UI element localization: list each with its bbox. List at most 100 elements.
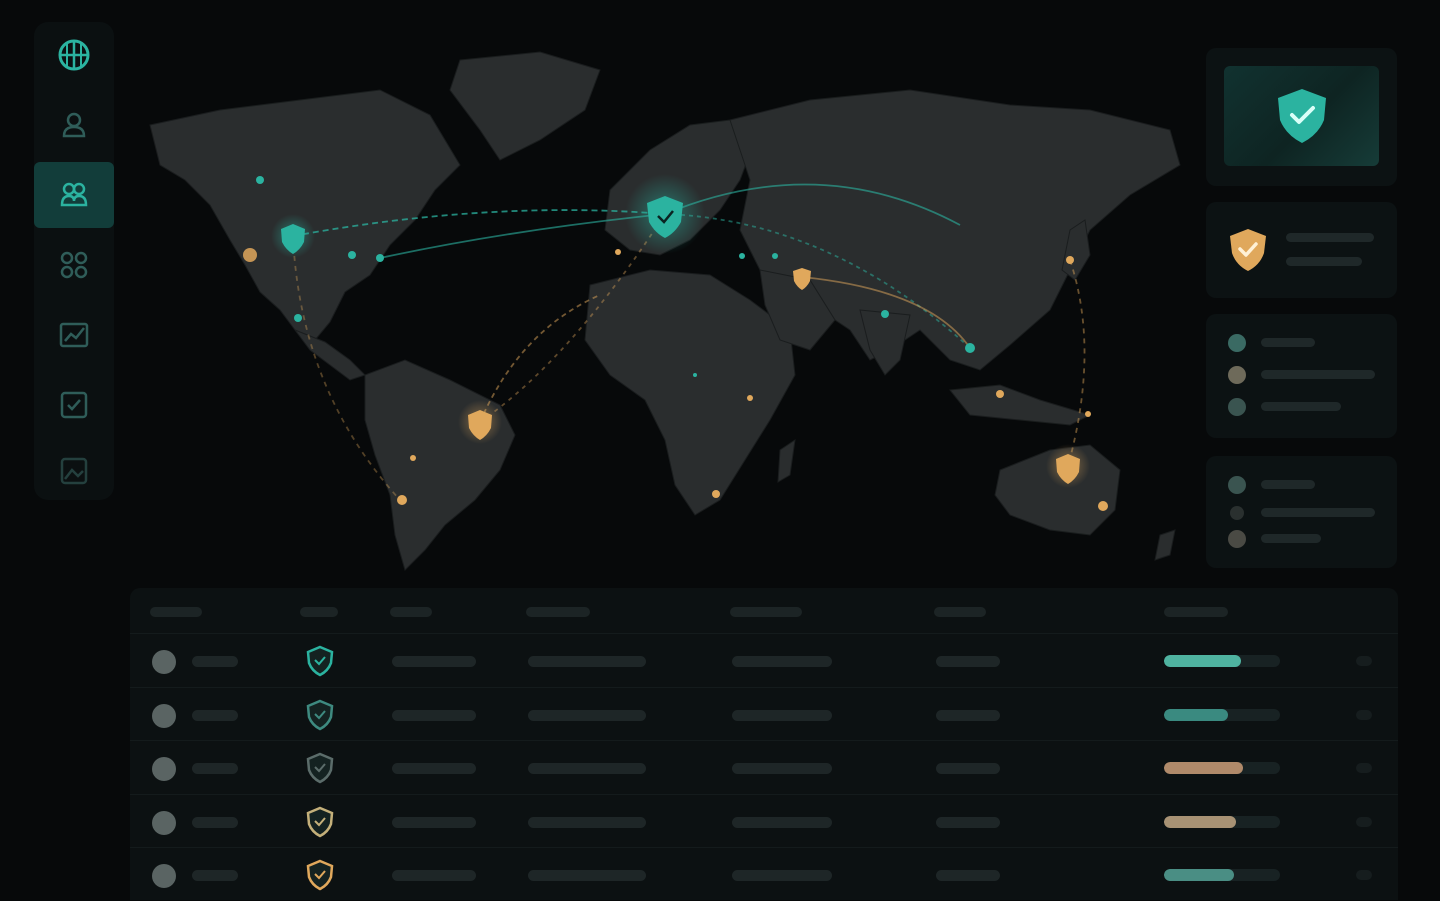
region-list-card bbox=[1206, 314, 1397, 438]
table-cell bbox=[732, 709, 832, 721]
landmass-south-america bbox=[364, 359, 516, 571]
table-cell bbox=[936, 816, 1000, 828]
table-cell bbox=[732, 816, 832, 828]
table-cell bbox=[192, 656, 238, 667]
table-cell bbox=[392, 709, 476, 721]
table-cell bbox=[192, 816, 238, 828]
row-action[interactable] bbox=[1356, 870, 1372, 880]
connection-arc bbox=[1067, 259, 1086, 467]
row-avatar bbox=[152, 757, 176, 781]
map-marker-west-coast[interactable] bbox=[243, 248, 257, 262]
status-dot bbox=[1228, 366, 1246, 384]
row-avatar bbox=[152, 864, 176, 888]
risk-progress-fill bbox=[1164, 762, 1243, 774]
table-cell bbox=[732, 656, 832, 667]
column-header bbox=[300, 607, 338, 617]
shield-check-icon bbox=[1277, 89, 1326, 143]
row-shield-icon bbox=[306, 699, 334, 730]
user-shield-icon bbox=[62, 112, 86, 138]
security-status-preview bbox=[1224, 66, 1379, 166]
table-cell bbox=[528, 656, 646, 667]
row-shield-icon bbox=[306, 645, 334, 677]
list-line bbox=[1261, 402, 1341, 411]
column-header bbox=[730, 607, 802, 617]
sidebar-item-documents[interactable] bbox=[34, 372, 114, 438]
world-threat-map[interactable] bbox=[130, 30, 1200, 585]
row-action[interactable] bbox=[1356, 709, 1372, 720]
table-cell bbox=[192, 763, 238, 774]
landmass-new-zealand bbox=[1154, 529, 1176, 561]
landmass-greenland bbox=[449, 51, 601, 161]
analytics-chart-icon bbox=[59, 322, 89, 348]
risk-progress-bar bbox=[1164, 655, 1280, 667]
column-header bbox=[150, 607, 202, 617]
table-cell bbox=[392, 656, 476, 667]
table-cell bbox=[528, 816, 646, 828]
landmass-madagascar bbox=[777, 438, 796, 483]
status-dot bbox=[1228, 476, 1246, 494]
row-avatar bbox=[152, 810, 176, 835]
sidebar-item-global[interactable] bbox=[34, 22, 114, 88]
row-avatar bbox=[152, 650, 176, 674]
table-row[interactable] bbox=[130, 793, 1398, 848]
document-check-icon bbox=[60, 391, 88, 419]
column-header bbox=[1164, 607, 1228, 617]
row-avatar bbox=[152, 703, 176, 728]
sidebar-item-analytics[interactable] bbox=[34, 302, 114, 368]
list-line bbox=[1261, 370, 1375, 379]
status-dot bbox=[1228, 398, 1246, 416]
list-line bbox=[1261, 480, 1315, 489]
risk-progress-bar bbox=[1164, 762, 1280, 774]
column-header bbox=[934, 607, 986, 617]
table-row[interactable] bbox=[130, 847, 1398, 901]
image-report-icon bbox=[60, 457, 88, 485]
table-row[interactable] bbox=[130, 633, 1398, 687]
sidebar-nav bbox=[34, 22, 114, 500]
table-cell bbox=[392, 870, 476, 881]
list-line bbox=[1261, 338, 1315, 347]
threat-table bbox=[130, 588, 1398, 900]
security-status-card[interactable] bbox=[1206, 48, 1397, 186]
table-cell bbox=[936, 709, 1000, 721]
risk-progress-fill bbox=[1164, 869, 1234, 881]
risk-progress-bar bbox=[1164, 708, 1280, 721]
table-cell bbox=[192, 709, 238, 721]
table-cell bbox=[936, 870, 1000, 881]
landmass-indonesia bbox=[949, 384, 1092, 426]
shield-warning-icon bbox=[1230, 229, 1266, 271]
table-cell bbox=[192, 870, 238, 881]
table-row[interactable] bbox=[130, 686, 1398, 741]
table-cell bbox=[732, 870, 832, 881]
status-dot bbox=[1230, 506, 1244, 520]
table-row[interactable] bbox=[130, 740, 1398, 794]
list-line bbox=[1261, 534, 1321, 543]
alert-summary-line bbox=[1286, 233, 1374, 242]
risk-progress-fill bbox=[1164, 708, 1228, 721]
globe-network-icon bbox=[58, 39, 90, 71]
table-cell bbox=[936, 656, 1000, 667]
status-dot bbox=[1228, 530, 1246, 548]
users-group-icon bbox=[60, 182, 88, 207]
sidebar-item-reports[interactable] bbox=[34, 438, 114, 504]
sidebar-item-network[interactable] bbox=[34, 232, 114, 298]
table-cell bbox=[392, 763, 476, 774]
row-action[interactable] bbox=[1356, 763, 1372, 773]
alert-summary-line bbox=[1286, 257, 1362, 266]
world-map-canvas bbox=[149, 51, 1181, 571]
sidebar-item-identity[interactable] bbox=[34, 92, 114, 158]
status-dot bbox=[1228, 334, 1246, 352]
nodes-link-icon bbox=[60, 251, 88, 279]
column-header bbox=[526, 607, 590, 617]
list-line bbox=[1261, 508, 1375, 517]
landmass-central-america bbox=[293, 328, 366, 381]
table-cell bbox=[732, 763, 832, 774]
table-cell bbox=[392, 816, 476, 828]
landmass-africa bbox=[584, 269, 796, 516]
row-shield-icon bbox=[306, 859, 334, 891]
sidebar-item-groups[interactable] bbox=[34, 162, 114, 228]
row-action[interactable] bbox=[1356, 816, 1372, 827]
alert-summary-card[interactable] bbox=[1206, 202, 1397, 298]
row-action[interactable] bbox=[1356, 656, 1372, 666]
risk-progress-fill bbox=[1164, 815, 1236, 828]
risk-progress-bar bbox=[1164, 815, 1280, 828]
